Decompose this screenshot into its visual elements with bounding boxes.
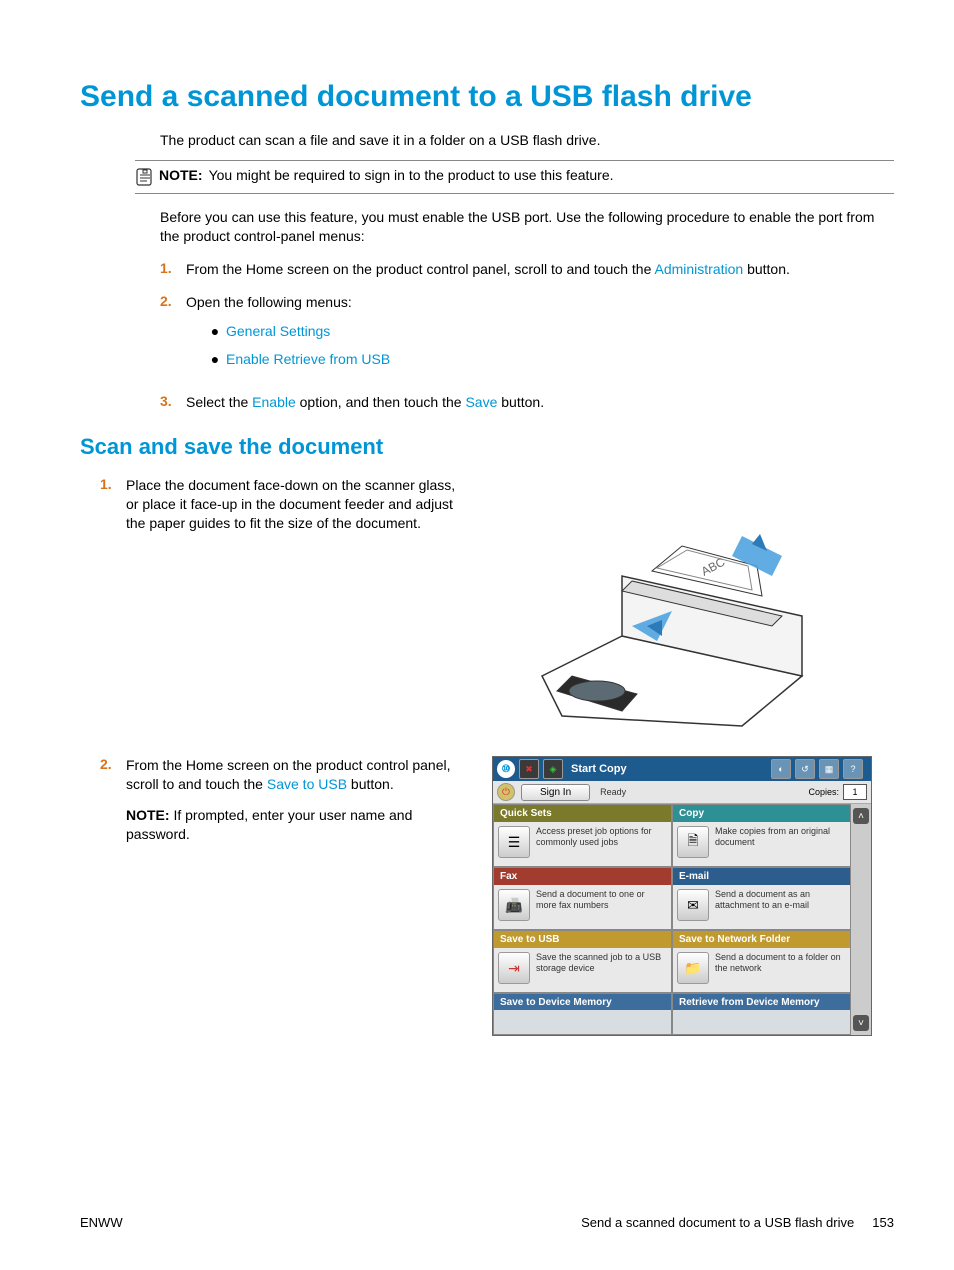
tile-copy[interactable]: Copy 🗎Make copies from an original docum… [672, 804, 851, 867]
start-copy-label: Start Copy [571, 763, 627, 775]
page-title: Send a scanned document to a USB flash d… [80, 80, 894, 114]
page-number: 153 [872, 1215, 894, 1230]
toolbar-button[interactable]: ▦ [819, 759, 839, 779]
start-button[interactable]: ◈ [543, 759, 563, 779]
bullet-icon: ● [204, 350, 226, 369]
page-footer: ENWW Send a scanned document to a USB fl… [80, 1215, 894, 1230]
intro-text: The product can scan a file and save it … [160, 132, 894, 148]
tile-header: Quick Sets [494, 805, 671, 822]
tile-header: Save to USB [494, 931, 671, 948]
step-number: 1. [100, 476, 126, 533]
list-item: 1. From the Home screen on the product c… [160, 260, 894, 279]
list-item: 3. Select the Enable option, and then to… [160, 393, 894, 412]
text: button. [743, 261, 790, 277]
toolbar-button[interactable]: ↺ [795, 759, 815, 779]
tile-save-to-usb[interactable]: Save to USB ⇥Save the scanned job to a U… [493, 930, 672, 993]
text: Place the document face-down on the scan… [126, 476, 470, 533]
tile-header: Retrieve from Device Memory [673, 994, 850, 1010]
email-icon: ✉ [677, 889, 709, 921]
tile-text: Send a document to a folder on the netwo… [715, 952, 846, 988]
tile-header: E-mail [673, 868, 850, 885]
step-number: 2. [100, 756, 126, 844]
sign-in-button[interactable]: Sign In [521, 784, 590, 801]
usb-icon: ⇥ [498, 952, 530, 984]
control-panel-screenshot: ⑩ ✖ ◈ Start Copy ◐ ↺ ▦ ? ⏻ Sign In Ready [492, 756, 872, 1036]
scrollbar[interactable]: ˄ ˅ [851, 804, 871, 1035]
hp-logo-icon: ⑩ [497, 760, 515, 778]
fax-icon: 📠 [498, 889, 530, 921]
list-item: 1. Place the document face-down on the s… [100, 476, 470, 533]
document-page: Send a scanned document to a USB flash d… [0, 0, 954, 1270]
preset-icon: ☰ [498, 826, 530, 858]
text: From the Home screen on the product cont… [186, 261, 654, 277]
tile-fax[interactable]: Fax 📠Send a document to one or more fax … [493, 867, 672, 930]
tile-text: Access preset job options for commonly u… [536, 826, 667, 862]
note-icon [135, 167, 155, 187]
tile-text: Save the scanned job to a USB storage de… [536, 952, 667, 988]
panel-statusbar: ⏻ Sign In Ready Copies: 1 [493, 781, 871, 804]
note-label: NOTE: [159, 167, 203, 183]
step-number: 1. [160, 260, 186, 279]
note-callout: NOTE: You might be required to sign in t… [135, 160, 894, 194]
text: Select the [186, 394, 252, 410]
folder-icon: 📁 [677, 952, 709, 984]
help-button[interactable]: ? [843, 759, 863, 779]
text: option, and then touch the [296, 394, 466, 410]
toolbar-button[interactable]: ◐ [771, 759, 791, 779]
footer-left: ENWW [80, 1215, 123, 1230]
enable-steps-list: 1. From the Home screen on the product c… [160, 260, 894, 412]
ui-ref-enable: Enable [252, 394, 296, 410]
step-number: 2. [160, 293, 186, 380]
scroll-up-icon[interactable]: ˄ [853, 808, 869, 824]
tile-email[interactable]: E-mail ✉Send a document as an attachment… [672, 867, 851, 930]
tile-retrieve-device-memory[interactable]: Retrieve from Device Memory [672, 993, 851, 1035]
pre-paragraph: Before you can use this feature, you mus… [160, 208, 894, 246]
bullet-item: ●General Settings [204, 322, 894, 341]
ui-ref-enable-retrieve-usb: Enable Retrieve from USB [226, 350, 390, 369]
tile-quick-sets[interactable]: Quick Sets ☰Access preset job options fo… [493, 804, 672, 867]
tile-text: Send a document as an attachment to an e… [715, 889, 846, 925]
copies-field[interactable]: 1 [843, 784, 867, 800]
tile-header: Save to Device Memory [494, 994, 671, 1010]
step-number: 3. [160, 393, 186, 412]
ui-ref-save-to-usb: Save to USB [267, 776, 347, 792]
note-text: You might be required to sign in to the … [209, 167, 614, 183]
tile-text: Make copies from an original document [715, 826, 846, 862]
tile-save-device-memory[interactable]: Save to Device Memory [493, 993, 672, 1035]
panel-titlebar: ⑩ ✖ ◈ Start Copy ◐ ↺ ▦ ? [493, 757, 871, 781]
bullet-item: ●Enable Retrieve from USB [204, 350, 894, 369]
bullet-icon: ● [204, 322, 226, 341]
tile-text: Send a document to one or more fax numbe… [536, 889, 667, 925]
ui-ref-administration: Administration [654, 261, 743, 277]
scroll-down-icon[interactable]: ˅ [853, 1015, 869, 1031]
ui-ref-save: Save [465, 394, 497, 410]
list-item: 2. From the Home screen on the product c… [100, 756, 470, 844]
tile-header: Save to Network Folder [673, 931, 850, 948]
tile-save-network[interactable]: Save to Network Folder 📁Send a document … [672, 930, 851, 993]
power-icon[interactable]: ⏻ [497, 783, 515, 801]
copies-label: Copies: [808, 787, 839, 797]
section-heading: Scan and save the document [80, 434, 894, 460]
text: Open the following menus: [186, 294, 352, 310]
status-ready: Ready [600, 787, 626, 797]
tile-header: Fax [494, 868, 671, 885]
list-item: 2. Open the following menus: ●General Se… [160, 293, 894, 380]
tile-header: Copy [673, 805, 850, 822]
step-row-2: 2. From the Home screen on the product c… [80, 756, 894, 1036]
inline-note-label: NOTE: [126, 807, 170, 823]
copy-icon: 🗎 [677, 826, 709, 858]
text: button. [347, 776, 394, 792]
text: button. [497, 394, 544, 410]
printer-illustration: ABC [502, 476, 862, 736]
step-row-1: 1. Place the document face-down on the s… [80, 476, 894, 736]
stop-button[interactable]: ✖ [519, 759, 539, 779]
footer-title: Send a scanned document to a USB flash d… [581, 1215, 854, 1230]
ui-ref-general-settings: General Settings [226, 322, 330, 341]
